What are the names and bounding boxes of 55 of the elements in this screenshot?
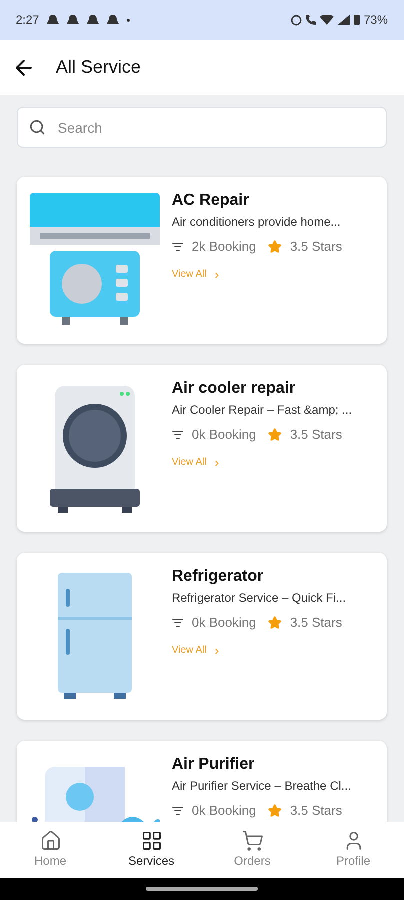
alarm-icon — [290, 14, 302, 26]
signal-icon — [338, 15, 350, 25]
battery-percent: 73% — [364, 12, 388, 29]
status-time: 2:27 — [16, 12, 40, 29]
battery-icon — [354, 15, 360, 25]
rating-text: 3.5 Stars — [290, 803, 342, 819]
service-card[interactable]: Air cooler repair Air Cooler Repair – Fast &amp; ... 0k Booking 3.5 Stars View All › — [17, 365, 387, 532]
star-icon — [268, 240, 282, 254]
bookings-icon — [172, 241, 184, 253]
chevron-icon: › — [214, 268, 220, 281]
bookings-count: 2k Booking — [192, 239, 256, 255]
star-icon — [268, 428, 282, 442]
nav-tab[interactable]: Services — [112, 830, 192, 870]
rating-text: 3.5 Stars — [290, 615, 342, 631]
search-field[interactable]: Search — [17, 107, 387, 148]
view-all-link[interactable]: View All — [172, 643, 207, 658]
notification-icon — [107, 14, 120, 26]
service-card[interactable]: Refrigerator Refrigerator Service – Quick Fi... 0k Booking 3.5 Stars View All › — [17, 553, 387, 720]
nav-icon — [140, 830, 162, 852]
service-title: Refrigerator — [172, 567, 265, 587]
notification-icon — [47, 14, 60, 26]
service-description: Refrigerator Service – Quick Fi... — [172, 590, 346, 607]
notification-icon — [87, 14, 100, 26]
wifi-icon — [320, 15, 334, 25]
service-card[interactable]: Air Purifier Air Purifier Service – Breathe Cl... 0k Booking 3.5 Stars — [17, 741, 387, 822]
service-description: Air conditioners provide home... — [172, 214, 342, 231]
nav-tab[interactable]: Profile — [314, 830, 394, 870]
service-title: Air Purifier — [172, 755, 256, 775]
search-icon — [29, 119, 46, 136]
chevron-icon: › — [214, 456, 220, 469]
bookings-icon — [172, 805, 184, 817]
bookings-icon — [172, 617, 184, 629]
rating-text: 3.5 Stars — [290, 427, 342, 443]
service-title: AC Repair — [172, 191, 250, 211]
service-card[interactable]: AC Repair Air conditioners provide home... 2k Booking 3.5 Stars View All › — [17, 177, 387, 344]
star-icon — [268, 804, 282, 818]
star-icon — [268, 616, 282, 630]
bookings-count: 0k Booking — [192, 615, 256, 631]
service-description: Air Purifier Service – Breathe Cl... — [172, 778, 352, 795]
nav-tab[interactable]: Home — [10, 830, 90, 870]
call-icon — [306, 15, 316, 25]
nav-tab[interactable]: Orders — [212, 830, 292, 870]
service-title: Air cooler repair — [172, 379, 297, 399]
rating-text: 3.5 Stars — [290, 239, 342, 255]
notification-icon — [67, 14, 80, 26]
service-description: Air Cooler Repair – Fast &amp; ... — [172, 402, 352, 419]
bookings-count: 0k Booking — [192, 427, 256, 443]
bookings-count: 0k Booking — [192, 803, 256, 819]
nav-icon — [40, 830, 62, 852]
chevron-icon: › — [214, 644, 220, 657]
view-all-link[interactable]: View All — [172, 267, 207, 282]
view-all-link[interactable]: View All — [172, 455, 207, 470]
nav-icon — [242, 830, 264, 852]
page-title: All Service — [56, 56, 142, 79]
bookings-icon — [172, 429, 184, 441]
